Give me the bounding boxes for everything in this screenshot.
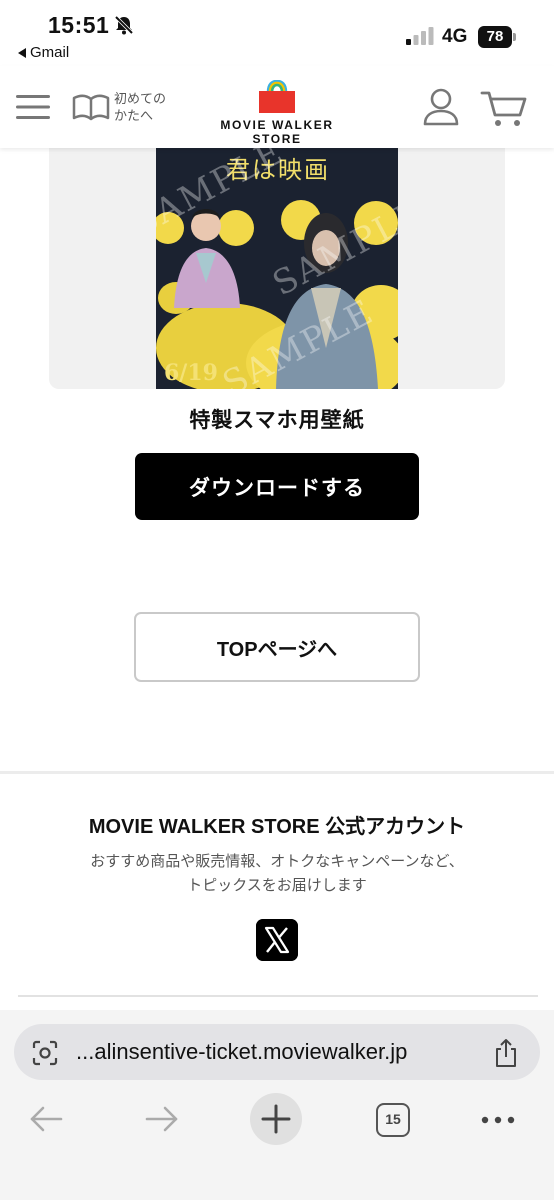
tab-count-button[interactable]: 15 <box>376 1103 410 1137</box>
beginner-line1: 初めての <box>114 91 167 106</box>
network-type: 4G <box>442 26 468 47</box>
x-social-icon[interactable] <box>256 919 298 961</box>
section-divider <box>0 771 554 774</box>
site-logo[interactable]: MOVIE WALKER STORE <box>197 80 357 146</box>
bell-muted-icon <box>114 15 134 35</box>
battery-cap <box>513 33 516 41</box>
cart-icon[interactable] <box>480 90 528 128</box>
battery-icon: 78 <box>478 26 516 48</box>
wallpaper-caption: 特製スマホ用壁紙 <box>189 409 365 432</box>
status-time: 15:51 <box>48 12 110 38</box>
back-app-label: Gmail <box>30 44 70 61</box>
plus-icon <box>261 1104 291 1134</box>
more-options-icon[interactable] <box>480 1110 516 1130</box>
top-page-button[interactable]: TOPページへ <box>134 612 420 682</box>
official-account-title: MOVIE WALKER STORE 公式アカウント <box>88 816 466 838</box>
footer-divider <box>18 995 538 997</box>
logo-text: MOVIE WALKER STORE <box>220 118 334 146</box>
hamburger-menu-icon[interactable] <box>16 94 52 120</box>
book-icon[interactable] <box>72 94 110 122</box>
site-header: 初めての かたへ MOVIE WALKER STORE <box>0 66 554 148</box>
camera-lens-icon[interactable] <box>32 1040 58 1066</box>
shopping-bag-logo-icon <box>259 80 295 113</box>
official-desc-line2: トピックスをお届けします <box>187 877 367 894</box>
official-account-description: おすすめ商品や販売情報、オトクなキャンペーンなど、 トピックスをお届けします <box>0 850 554 898</box>
beginner-line2: かたへ <box>114 108 154 123</box>
back-to-app-link[interactable]: Gmail <box>18 44 69 61</box>
status-bar: 15:51 Gmail 4G 78 <box>0 0 554 66</box>
user-account-icon[interactable] <box>422 88 460 126</box>
back-triangle-icon <box>18 47 26 58</box>
back-arrow-icon[interactable] <box>28 1104 64 1134</box>
share-icon[interactable] <box>494 1038 518 1068</box>
movie-poster-image: 君は映画 6/19 SAMPLE SAMPLE SAMPLE <box>156 148 398 389</box>
new-tab-button[interactable] <box>250 1093 302 1145</box>
official-desc-line1: おすすめ商品や販売情報、オトクなキャンペーンなど、 <box>90 853 464 870</box>
signal-icon <box>406 27 434 45</box>
poster-release-date: 6/19 <box>164 360 218 386</box>
forward-arrow-icon[interactable] <box>144 1104 180 1134</box>
download-button[interactable]: ダウンロードする <box>135 453 419 520</box>
url-text[interactable]: ...alinsentive-ticket.moviewalker.jp <box>76 1039 407 1065</box>
battery-level: 78 <box>478 26 512 48</box>
beginner-guide-link[interactable]: 初めての かたへ <box>114 90 166 124</box>
